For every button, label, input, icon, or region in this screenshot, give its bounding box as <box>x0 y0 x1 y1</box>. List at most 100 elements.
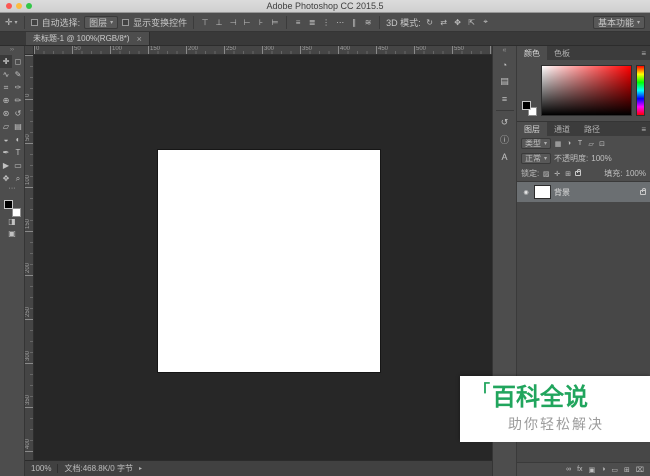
distribute-vertical-center-icon[interactable]: ≣ <box>307 18 317 27</box>
spot-healing-tool[interactable]: ⊕ <box>0 94 12 107</box>
opacity-value[interactable]: 100% <box>591 154 611 163</box>
close-tab-icon[interactable]: × <box>137 34 142 44</box>
dodge-tool[interactable]: ◐ <box>12 133 24 146</box>
expand-panels-icon[interactable]: « <box>503 46 507 56</box>
clone-stamp-tool[interactable]: ⊛ <box>0 107 12 120</box>
align-bottom-edges-icon[interactable]: ⊣ <box>228 18 238 27</box>
align-left-edges-icon[interactable]: ⊢ <box>242 18 252 27</box>
color-swatches[interactable] <box>3 200 21 217</box>
styles-panel-icon[interactable]: ≡ <box>493 90 516 107</box>
filter-adjustment-layers-icon[interactable]: ◑ <box>565 140 573 147</box>
show-transform-controls-checkbox[interactable] <box>122 18 130 26</box>
eyedropper-tool[interactable]: ✑ <box>12 81 24 94</box>
color-panel-swatches[interactable] <box>522 101 537 116</box>
distribute-right-icon[interactable]: ≋ <box>363 18 373 27</box>
lasso-tool[interactable]: ∿ <box>0 68 12 81</box>
distribute-horizontal-center-icon[interactable]: ∥ <box>349 18 359 27</box>
eraser-tool[interactable]: ▱ <box>0 120 12 133</box>
hand-tool[interactable]: ✥ <box>0 172 12 185</box>
panel-menu-icon[interactable]: ≡ <box>637 46 650 60</box>
align-vertical-centers-icon[interactable]: ⊥ <box>214 18 224 27</box>
adjustments-panel-icon[interactable]: ◔ <box>493 56 516 73</box>
info-panel-icon[interactable]: ⓘ <box>493 131 516 148</box>
tab-color[interactable]: 颜色 <box>517 46 547 60</box>
new-group-button[interactable]: ▭ <box>611 466 618 474</box>
close-window-button[interactable] <box>6 3 12 9</box>
tab-layers[interactable]: 图层 <box>517 122 547 136</box>
tab-paths[interactable]: 路径 <box>577 122 607 136</box>
lock-position-icon[interactable]: ✛ <box>553 170 561 178</box>
3d-roll-icon[interactable]: ⇄ <box>439 18 449 27</box>
path-selection-tool[interactable]: ▶ <box>0 159 12 172</box>
filter-smart-objects-icon[interactable]: ⊡ <box>598 140 606 148</box>
document-tab[interactable]: 未标题-1 @ 100%(RGB/8*) × <box>26 32 150 45</box>
adjustment-layer-button[interactable]: ◑ <box>601 466 605 473</box>
auto-select-target-dropdown[interactable]: 图层 ▾ <box>84 15 119 29</box>
maximize-window-button[interactable] <box>26 3 32 9</box>
quick-selection-tool[interactable]: ✎ <box>12 68 24 81</box>
distribute-left-icon[interactable]: ⋯ <box>335 18 345 27</box>
minimize-window-button[interactable] <box>16 3 22 9</box>
tab-channels[interactable]: 通道 <box>547 122 577 136</box>
link-layers-button[interactable]: ∞ <box>566 466 571 473</box>
panel-menu-icon[interactable]: ≡ <box>637 122 650 136</box>
lock-transparent-pixels-icon[interactable]: ▨ <box>542 170 550 178</box>
gradient-tool[interactable]: ▤ <box>12 120 24 133</box>
background-color-swatch[interactable] <box>11 208 21 217</box>
align-horizontal-centers-icon[interactable]: ⊦ <box>256 18 266 27</box>
crop-tool[interactable]: ⌗ <box>0 81 12 94</box>
blur-tool[interactable]: ◒ <box>0 133 12 146</box>
filter-type-layers-icon[interactable]: T <box>576 140 584 147</box>
auto-select-checkbox[interactable] <box>30 18 38 26</box>
new-layer-button[interactable]: ⊞ <box>624 466 630 474</box>
3d-rotate-icon[interactable]: ↻ <box>425 18 435 27</box>
filter-pixel-layers-icon[interactable]: ▦ <box>554 140 562 148</box>
status-options-icon[interactable]: ▸ <box>139 465 142 472</box>
pen-tool[interactable]: ✒ <box>0 146 12 159</box>
rectangle-shape-tool[interactable]: ▭ <box>12 159 24 172</box>
filter-kind-dropdown[interactable]: 类型 ▾ <box>521 138 552 149</box>
layer-thumbnail[interactable] <box>534 185 551 199</box>
align-right-edges-icon[interactable]: ⊨ <box>270 18 280 27</box>
screen-mode-button[interactable]: ▣ <box>8 229 16 241</box>
lock-image-pixels-icon[interactable]: ⊞ <box>564 170 572 178</box>
layer-effects-button[interactable]: fx <box>577 466 582 473</box>
character-panel-icon[interactable]: A <box>493 148 516 165</box>
rectangular-marquee-tool[interactable]: ◻ <box>12 55 24 68</box>
distribute-bottom-icon[interactable]: ⋮ <box>321 18 331 27</box>
distribute-top-icon[interactable]: ≡ <box>293 18 303 27</box>
brush-tool[interactable]: ✏ <box>12 94 24 107</box>
foreground-color-swatch[interactable] <box>3 200 13 209</box>
quick-mask-button[interactable]: ◨ <box>8 217 16 229</box>
align-top-edges-icon[interactable]: ⊤ <box>200 18 210 27</box>
add-layer-mask-button[interactable]: ▣ <box>589 466 596 474</box>
layer-visibility-icon[interactable]: ◉ <box>521 189 531 196</box>
document-canvas[interactable] <box>158 150 380 372</box>
3d-drag-icon[interactable]: ✥ <box>453 18 463 27</box>
toolbar-collapse-icon[interactable]: ›› <box>10 46 14 55</box>
history-panel-icon[interactable]: ↺ <box>493 114 516 131</box>
fill-value[interactable]: 100% <box>626 169 646 178</box>
zoom-level-field[interactable]: 100% <box>31 464 51 473</box>
type-tool[interactable]: T <box>12 146 24 159</box>
edit-toolbar-button[interactable]: ··· <box>9 185 16 195</box>
saturation-brightness-field[interactable] <box>541 65 632 116</box>
workspace-switcher[interactable]: 基本功能 ▾ <box>592 15 645 29</box>
layer-name[interactable]: 背景 <box>554 187 636 198</box>
move-tool[interactable]: ✛ <box>0 55 12 68</box>
foreground-color-swatch[interactable] <box>522 101 531 110</box>
lock-all-icon[interactable] <box>575 169 582 176</box>
history-brush-tool[interactable]: ↺ <box>12 107 24 120</box>
tool-preset-button[interactable]: ✛ ▾ <box>5 17 18 28</box>
3d-scale-icon[interactable]: ⌖ <box>481 17 491 27</box>
delete-layer-button[interactable]: ⌧ <box>636 466 644 474</box>
blend-mode-dropdown[interactable]: 正常 ▾ <box>521 153 552 164</box>
tab-swatches[interactable]: 色板 <box>547 46 577 60</box>
3d-slide-icon[interactable]: ⇱ <box>467 18 477 27</box>
layer-row-background[interactable]: ◉ 背景 <box>517 182 650 202</box>
canvas-workspace[interactable] <box>34 55 492 460</box>
zoom-tool[interactable]: ⌕ <box>12 172 24 185</box>
libraries-panel-icon[interactable]: ▤ <box>493 73 516 90</box>
filter-shape-layers-icon[interactable]: ▱ <box>587 140 595 148</box>
hue-slider[interactable] <box>636 65 645 116</box>
